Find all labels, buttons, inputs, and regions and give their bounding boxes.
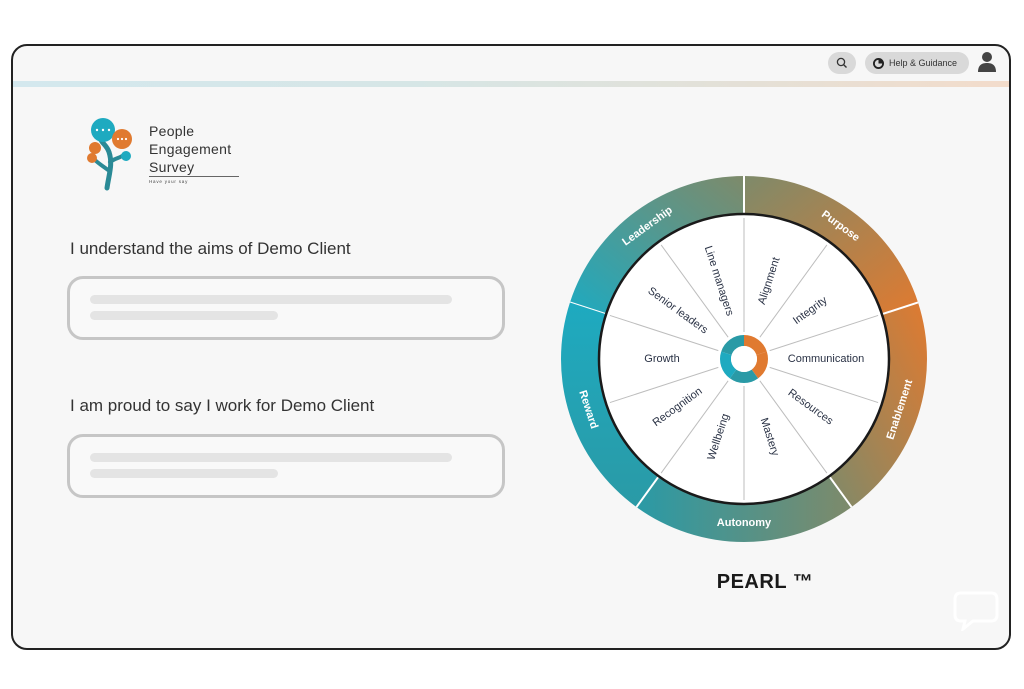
logo-tagline: Have your say [149, 179, 189, 184]
answer-2-placeholder-line-1 [90, 453, 452, 462]
logo-line-3: Survey [149, 159, 195, 175]
search-icon [836, 57, 847, 68]
hub-center [731, 346, 757, 372]
app-window: Help & Guidance People Engagement Survey… [11, 44, 1011, 650]
answer-2-placeholder-line-2 [90, 469, 278, 478]
question-2-text: I am proud to say I work for Demo Client [70, 396, 375, 415]
inner-label-growth: Growth [644, 353, 679, 365]
header-divider [13, 81, 1009, 87]
top-bar: Help & Guidance [13, 46, 1009, 82]
logo-line-1: People [149, 123, 195, 139]
inner-label-communication: Communication [788, 353, 864, 365]
answer-1-input[interactable] [67, 276, 505, 340]
help-guidance-label: Help & Guidance [889, 58, 958, 68]
outer-label-autonomy: Autonomy [717, 517, 772, 529]
pearl-title: PEARL ™ [716, 571, 814, 593]
help-circle-icon [873, 57, 884, 69]
question-1-text: I understand the aims of Demo Client [70, 239, 351, 258]
answer-2-input[interactable] [67, 434, 505, 498]
user-menu-button[interactable] [977, 51, 999, 75]
search-button[interactable] [828, 52, 856, 74]
help-guidance-button[interactable]: Help & Guidance [865, 52, 969, 74]
pearl-wheel: Leadership PurposeEnablementAutonomyRewar… [561, 176, 927, 542]
user-icon [978, 52, 996, 72]
logo-divider [149, 176, 239, 177]
logo-line-2: Engagement [149, 141, 232, 157]
logo-wordmark: People Engagement Survey [149, 122, 231, 176]
answer-1-placeholder-line-2 [90, 311, 278, 320]
answer-1-placeholder-line-1 [90, 295, 452, 304]
chat-bubble-icon[interactable] [953, 591, 999, 631]
